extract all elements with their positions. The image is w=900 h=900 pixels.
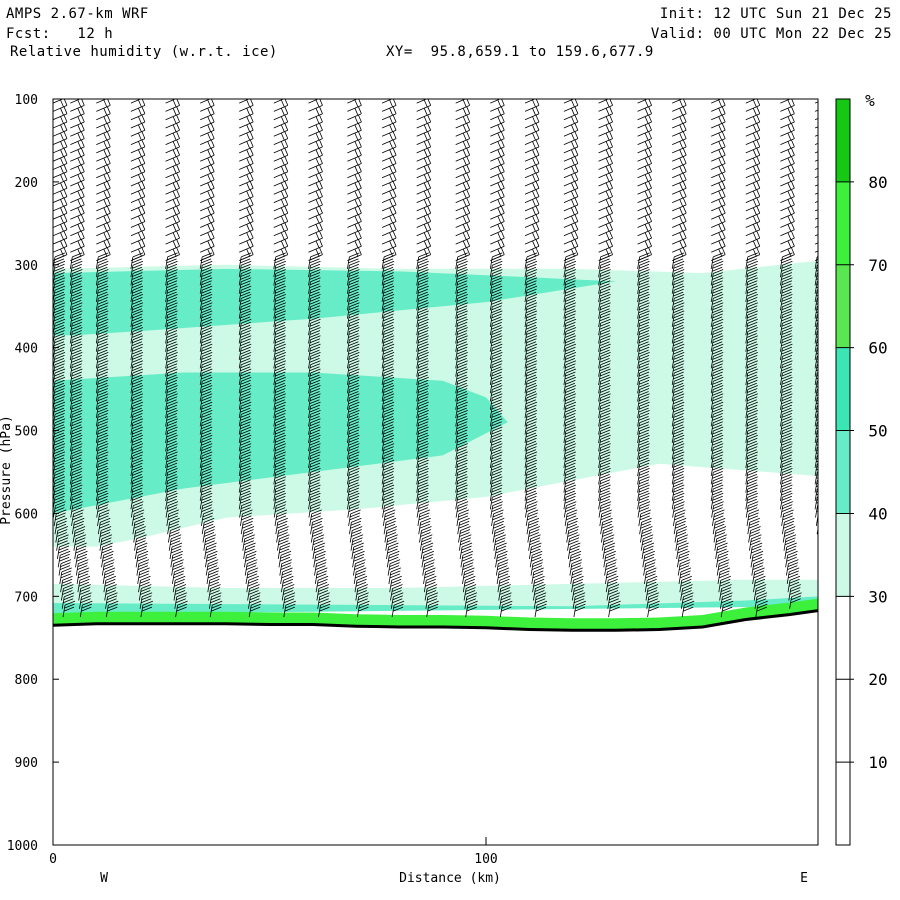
y-tick-label-900: 900 — [15, 756, 38, 771]
colorbar-segment-0 — [836, 762, 850, 845]
colorbar-unit: % — [865, 91, 875, 110]
y-axis: 100 200 300 400 500 600 700 800 900 1000 — [7, 93, 59, 854]
colorbar-tick-label-80: 80 — [868, 173, 887, 192]
wind-barb — [820, 551, 832, 567]
y-tick-label-200: 200 — [15, 176, 38, 191]
y-tick-label-400: 400 — [15, 342, 38, 357]
wind-barb — [822, 568, 834, 584]
colorbar: 10 20 30 40 50 60 70 80 — [835, 98, 888, 846]
wind-barb — [821, 560, 833, 576]
x-tick-label-0: 0 — [49, 852, 57, 867]
colorbar-segment-10 — [836, 679, 850, 763]
colorbar-tick-label-60: 60 — [868, 339, 887, 358]
colorbar-segment-70 — [836, 181, 850, 265]
x-tick-label-100: 100 — [474, 852, 497, 867]
colorbar-segment-80 — [836, 99, 850, 182]
x-axis-label: Distance (km) — [399, 871, 501, 886]
colorbar-segment-20 — [836, 596, 850, 680]
colorbar-segment-50 — [836, 347, 850, 431]
colorbar-tick-label-40: 40 — [868, 504, 887, 523]
wind-barb — [824, 585, 836, 601]
colorbar-tick-label-30: 30 — [868, 587, 887, 606]
y-tick-label-700: 700 — [15, 590, 38, 605]
colorbar-tick-label-10: 10 — [868, 753, 887, 772]
y-axis-label: Pressure (hPa) — [0, 415, 14, 525]
west-end-label: W — [100, 871, 108, 886]
y-tick-label-100: 100 — [15, 93, 38, 108]
y-tick-label-1000: 1000 — [7, 839, 38, 854]
colorbar-tick-label-50: 50 — [868, 422, 887, 441]
y-tick-label-300: 300 — [15, 259, 38, 274]
page: AMPS 2.67-km WRF Fcst: 12 h Relative hum… — [0, 0, 900, 900]
y-tick-label-500: 500 — [15, 425, 38, 440]
colorbar-segment-60 — [836, 264, 850, 348]
wind-barb — [824, 593, 836, 609]
wind-barb — [823, 576, 835, 592]
wind-barb — [819, 535, 831, 551]
y-tick-label-800: 800 — [15, 673, 38, 688]
colorbar-tick-label-70: 70 — [868, 256, 887, 275]
colorbar-segment-30 — [836, 513, 850, 597]
wind-barb — [816, 526, 818, 535]
wind-barb — [820, 543, 832, 559]
colorbar-segment-40 — [836, 430, 850, 514]
east-end-label: E — [800, 871, 808, 886]
wind-barb — [817, 539, 818, 543]
cross-section-chart: 100 200 300 400 500 600 700 800 900 1000 0 100 Pre… — [0, 91, 888, 886]
y-tick-label-600: 600 — [15, 507, 38, 522]
colorbar-tick-label-20: 20 — [868, 670, 887, 689]
